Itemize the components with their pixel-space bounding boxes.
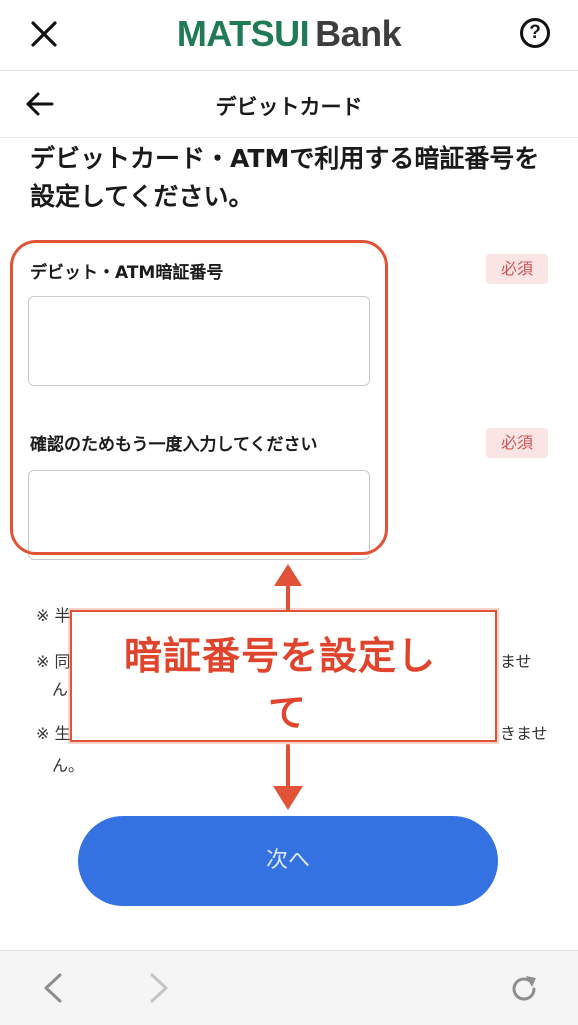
callout-text-line1: 暗証番号を設定し: [124, 634, 437, 678]
note-item: ませ: [500, 652, 532, 671]
annotation-callout: 暗証番号を設定し て: [70, 610, 497, 742]
chevron-right-icon[interactable]: [142, 971, 174, 1005]
pin-input[interactable]: [28, 296, 370, 386]
chevron-left-icon[interactable]: [38, 971, 70, 1005]
required-badge: 必須: [486, 254, 548, 284]
arrow-down-icon: [273, 744, 303, 810]
help-circle-icon[interactable]: ?: [520, 18, 550, 48]
browser-toolbar: [0, 950, 578, 1025]
reload-icon[interactable]: [508, 973, 540, 1005]
instruction-text: デビットカード・ATMで利用する暗証番号を設定してください。: [30, 144, 540, 211]
page-title: デビットカード: [215, 95, 363, 119]
app-header: MATSUI Bank ?: [0, 0, 578, 71]
note-item: きませ: [500, 724, 548, 743]
pin-confirm-input[interactable]: [28, 470, 370, 560]
next-button[interactable]: 次へ: [78, 816, 498, 906]
logo-suffix: Bank: [315, 13, 402, 54]
bank-logo: MATSUI Bank: [0, 13, 578, 55]
logo-brand: MATSUI: [176, 13, 310, 54]
note-item: ん。: [52, 756, 85, 775]
page-header: デビットカード: [0, 71, 578, 138]
pin-confirm-field-label: 確認のためもう一度入力してください: [30, 435, 318, 455]
pin-field-label: デビット・ATM暗証番号: [30, 263, 224, 283]
arrow-up-icon: [274, 564, 302, 614]
callout-text-line2: て: [268, 691, 307, 735]
required-badge: 必須: [486, 428, 548, 458]
